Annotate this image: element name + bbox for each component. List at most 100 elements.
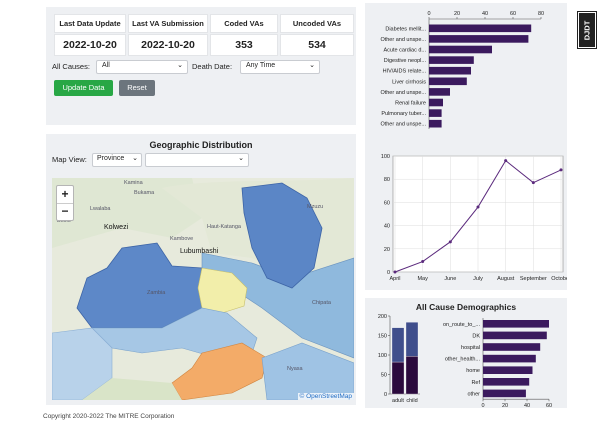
data-point [393, 270, 397, 274]
x-tick-label: 60 [510, 11, 516, 17]
x-tick-label: 20 [454, 11, 460, 17]
x-tick-label: July [473, 276, 483, 282]
map-place-label: Kambove [170, 236, 194, 242]
category-label: hospital [461, 345, 480, 351]
bar [429, 119, 442, 128]
map-region-select[interactable]: ⌄ [145, 153, 249, 167]
zoom-in-button[interactable]: + [57, 186, 73, 204]
map-place-label: Lwalaba [90, 206, 111, 212]
update-data-button[interactable]: Update Data [54, 80, 113, 96]
category-label: other_health... [445, 357, 481, 363]
category-label: Digestive neopl... [384, 58, 427, 64]
stacked-bar-segment [405, 322, 419, 357]
chevron-down-icon: ⌄ [132, 155, 138, 162]
reset-button[interactable]: Reset [119, 80, 155, 96]
map-canvas[interactable]: Kamina Bukama Lwalaba Kolwezi Haut-Katanga Ka… [52, 178, 354, 400]
stacked-bar-segment [391, 361, 405, 395]
bar [483, 389, 526, 398]
djdt-toolbar-handle[interactable]: DJDT [578, 12, 596, 48]
y-tick-label: 40 [384, 224, 390, 230]
bar [429, 77, 467, 86]
category-label: Ref [471, 380, 480, 386]
category-label: other [467, 391, 480, 397]
category-label: Renal failure [395, 101, 426, 107]
x-tick-label: September [520, 276, 547, 282]
x-tick-label: 40 [524, 403, 530, 408]
stat-label: Coded VAs [210, 14, 278, 33]
map-place-label: Kolwezi [104, 224, 129, 231]
zoom-control: + − [56, 185, 74, 221]
category-label: DK [472, 333, 480, 339]
category-label: HIV/AIDS relate... [383, 69, 427, 75]
category-label: home [466, 368, 480, 374]
causes-label: All Causes: [52, 62, 90, 71]
x-tick-label: 60 [546, 403, 552, 408]
category-label: on_route_to_... [443, 322, 480, 328]
bar [429, 109, 442, 117]
death-date-label: Death Date: [192, 62, 233, 71]
stat-label: Last VA Submission [128, 14, 208, 33]
map-place-label: Kamina [124, 180, 143, 186]
data-point [531, 181, 535, 185]
category-label: Other and unspe... [380, 37, 426, 43]
map-place-label: Mzuzu [307, 204, 324, 210]
y-tick-label: 100 [381, 154, 390, 160]
y-tick-label: 50 [381, 373, 387, 379]
map-place-label: Zambia [147, 290, 166, 296]
bar [483, 354, 536, 363]
y-tick-label: 80 [384, 177, 390, 183]
chevron-down-icon: ⌄ [238, 155, 244, 162]
map-view-select[interactable]: Province ⌄ [92, 153, 142, 167]
map-view-select-value: Province [97, 155, 125, 162]
stat-value: 2022-10-20 [128, 34, 208, 56]
map-place-label: Nyasa [287, 366, 303, 372]
zoom-out-button[interactable]: − [57, 203, 73, 220]
footer-copyright: Copyright 2020-2022 The MITRE Corporatio… [43, 413, 175, 420]
bar [429, 56, 474, 64]
data-point [448, 240, 452, 244]
chevron-down-icon: ⌄ [309, 62, 315, 69]
bar [483, 320, 549, 328]
map-attribution[interactable]: © OpenStreetMap [297, 393, 354, 400]
djdt-label: DJDT [582, 20, 592, 41]
category-label: Other and unspe... [380, 90, 426, 96]
x-tick-label: 80 [538, 11, 544, 17]
x-tick-label: 0 [481, 403, 484, 408]
category-label: Other and unspe... [380, 122, 426, 128]
category-label: child [406, 398, 417, 404]
y-tick-label: 150 [378, 334, 387, 340]
x-tick-label: June [444, 276, 456, 282]
top-causes-chart: 0 20 40 60 80 Diabetes mellit... Other and uns… [380, 11, 544, 129]
death-date-select-value: Any Time [246, 62, 276, 69]
x-tick-label: 0 [427, 11, 430, 17]
x-tick-label: October [551, 276, 567, 282]
x-tick-label: April [389, 276, 400, 282]
death-date-select[interactable]: Any Time ⌄ [240, 60, 320, 74]
data-point [421, 260, 425, 264]
map-title: Geographic Distribution [149, 140, 253, 150]
bar [483, 343, 541, 351]
stacked-bar-segment [405, 356, 419, 395]
category-label: Pulmonary tuber... [381, 111, 426, 117]
bar [483, 366, 533, 374]
data-point [476, 205, 480, 209]
category-label: Acute cardiac d... [384, 48, 427, 54]
bar [429, 45, 492, 54]
causes-select[interactable]: All ⌄ [96, 60, 188, 74]
causes-select-value: All [102, 62, 110, 69]
stat-value: 2022-10-20 [54, 34, 126, 56]
y-tick-label: 20 [384, 247, 390, 253]
data-point [504, 159, 508, 163]
x-tick-label: 40 [482, 11, 488, 17]
chevron-down-icon: ⌄ [177, 62, 183, 69]
y-tick-label: 100 [378, 353, 387, 359]
bar [483, 378, 530, 386]
timeline-chart: 020406080100April May June July August Septem… [381, 154, 567, 282]
y-tick-label: 60 [384, 200, 390, 206]
category-label: Diabetes mellit... [385, 26, 426, 32]
stat-label: Uncoded VAs [280, 14, 354, 33]
x-tick-label: 20 [502, 403, 508, 408]
map-place-label: Chipata [312, 300, 331, 306]
x-tick-label: August [497, 276, 515, 282]
map-view-label: Map View: [52, 155, 87, 164]
